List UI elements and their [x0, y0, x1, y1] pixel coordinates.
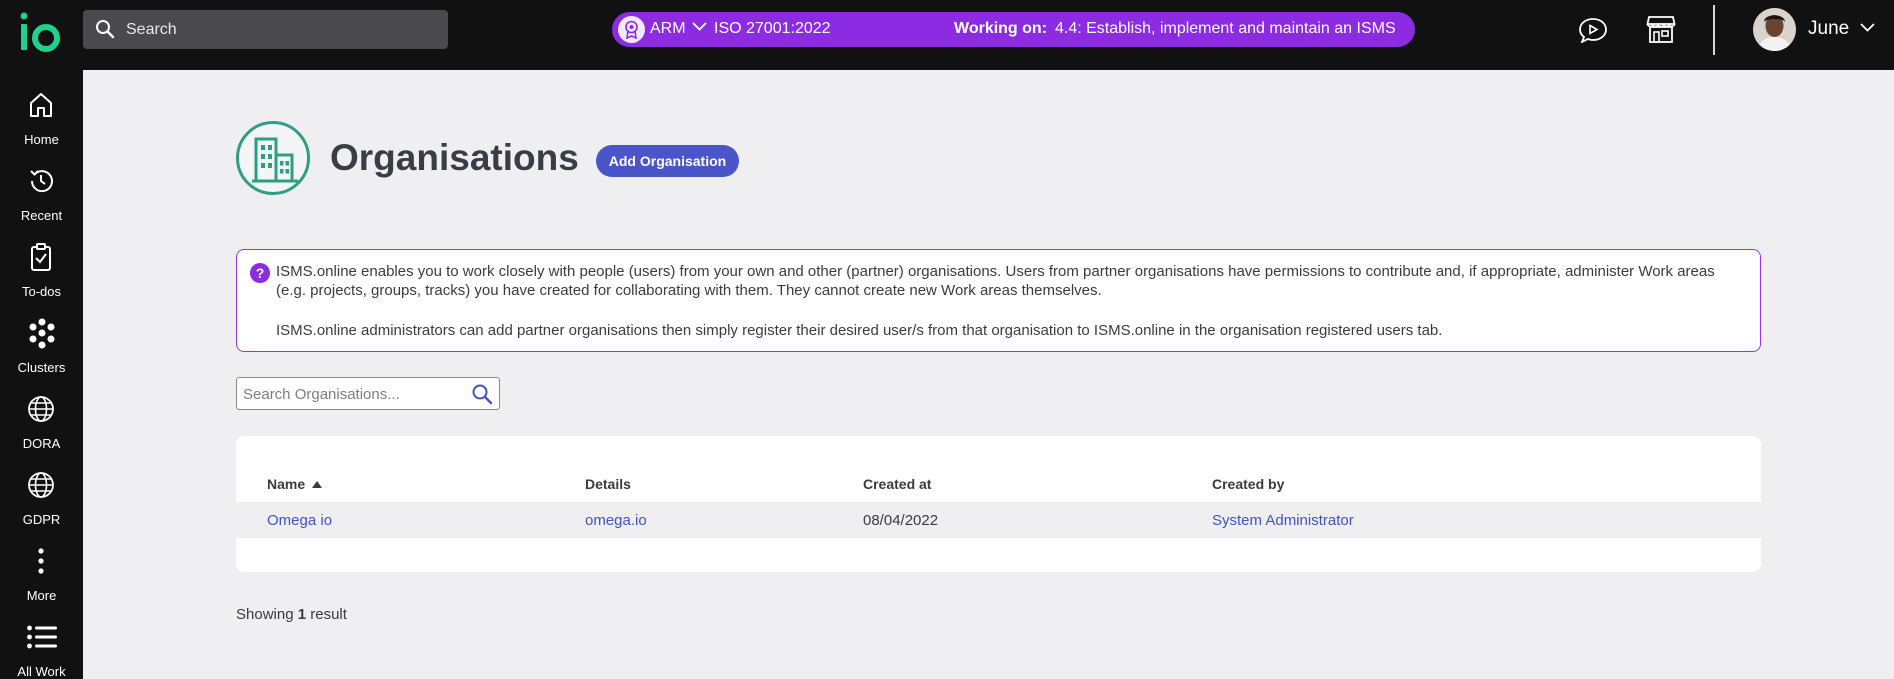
sidebar-item-all-work[interactable]: All Work — [0, 616, 83, 679]
search-label: Search — [126, 21, 177, 38]
globe-icon — [28, 396, 54, 422]
award-icon — [625, 20, 638, 39]
framework-name: ARM — [650, 20, 686, 37]
sidebar-item-recent[interactable]: Recent — [0, 160, 83, 230]
column-header-name[interactable]: Name — [267, 476, 305, 492]
topbar-divider — [1713, 5, 1715, 55]
sidebar-item-dora[interactable]: DORA — [0, 388, 83, 458]
table-row: Omega io omega.io 08/04/2022 System Admi… — [236, 502, 1761, 538]
sidebar-item-label: GDPR — [22, 512, 61, 527]
marketplace-icon[interactable] — [1646, 14, 1676, 44]
global-search[interactable]: Search — [83, 10, 448, 49]
home-icon — [30, 93, 52, 117]
sidebar-item-label: All Work — [17, 664, 66, 679]
framework-selector[interactable]: ARM ISO 27001:2022 Working on: 4.4: Esta… — [612, 12, 1415, 47]
chevron-down-icon[interactable] — [692, 22, 707, 31]
help-icon: ? — [250, 263, 270, 283]
award-badge — [618, 16, 645, 43]
sort-ascending-icon[interactable] — [312, 481, 322, 488]
buildings-icon — [252, 137, 298, 183]
sidebar-item-clusters[interactable]: Clusters — [0, 312, 83, 382]
organisation-search — [236, 377, 500, 410]
user-name[interactable]: June — [1808, 18, 1849, 40]
organisations-icon-badge — [236, 121, 310, 195]
page-title: Organisations — [330, 137, 579, 178]
sidebar-item-label: Clusters — [17, 360, 66, 375]
list-icon — [27, 625, 57, 649]
clipboard-check-icon — [31, 243, 51, 271]
column-header-created-at: Created at — [863, 476, 932, 492]
info-paragraph: ISMS.online enables you to work closely … — [276, 263, 1715, 299]
sidebar-item-label: More — [26, 588, 57, 603]
column-header-details: Details — [585, 476, 631, 492]
result-suffix: result — [310, 606, 347, 623]
sidebar-item-more[interactable]: More — [0, 540, 83, 610]
top-bar: Search ARM ISO 27001:2022 Working on: 4.… — [0, 0, 1894, 70]
more-vertical-icon — [38, 548, 44, 574]
history-icon — [30, 170, 53, 193]
add-organisation-button[interactable]: Add Organisation — [596, 145, 739, 177]
org-details-link[interactable]: omega.io — [585, 512, 647, 529]
result-count: Showing 1 result — [236, 606, 347, 623]
globe-icon — [28, 472, 54, 498]
organisations-table: Name Details Created at Created by Omega… — [236, 436, 1761, 572]
sidebar: Home Recent To-dos Clusters DORA GDPR Mo… — [0, 70, 83, 679]
result-prefix: Showing — [236, 606, 294, 623]
sidebar-item-todos[interactable]: To-dos — [0, 236, 83, 306]
working-on-task[interactable]: 4.4: Establish, implement and maintain a… — [1055, 20, 1396, 38]
info-panel: ? ISMS.online enables you to work closel… — [236, 249, 1761, 352]
sidebar-item-gdpr[interactable]: GDPR — [0, 464, 83, 534]
video-chat-icon[interactable] — [1578, 17, 1608, 43]
search-organisations-input[interactable] — [243, 384, 463, 404]
sidebar-item-label: Recent — [20, 208, 63, 223]
org-created-at: 08/04/2022 — [863, 512, 939, 529]
org-created-by-link[interactable]: System Administrator — [1212, 512, 1354, 529]
sidebar-item-home[interactable]: Home — [0, 84, 83, 154]
column-header-created-by: Created by — [1212, 476, 1285, 492]
avatar[interactable] — [1753, 8, 1796, 51]
search-icon[interactable] — [471, 383, 493, 405]
sidebar-item-label: To-dos — [21, 284, 62, 299]
chevron-down-icon[interactable] — [1860, 23, 1875, 32]
working-on-label: Working on: — [954, 20, 1048, 37]
sidebar-item-label: DORA — [22, 436, 61, 451]
info-paragraph: ISMS.online administrators can add partn… — [276, 322, 1443, 339]
result-number: 1 — [297, 606, 307, 623]
io-logo[interactable] — [18, 12, 62, 52]
search-icon — [96, 20, 115, 39]
clusters-icon — [29, 318, 55, 349]
standard-name: ISO 27001:2022 — [714, 20, 831, 37]
user-photo — [1753, 8, 1796, 51]
sidebar-item-label: Home — [24, 132, 59, 147]
org-name-link[interactable]: Omega io — [267, 512, 332, 529]
